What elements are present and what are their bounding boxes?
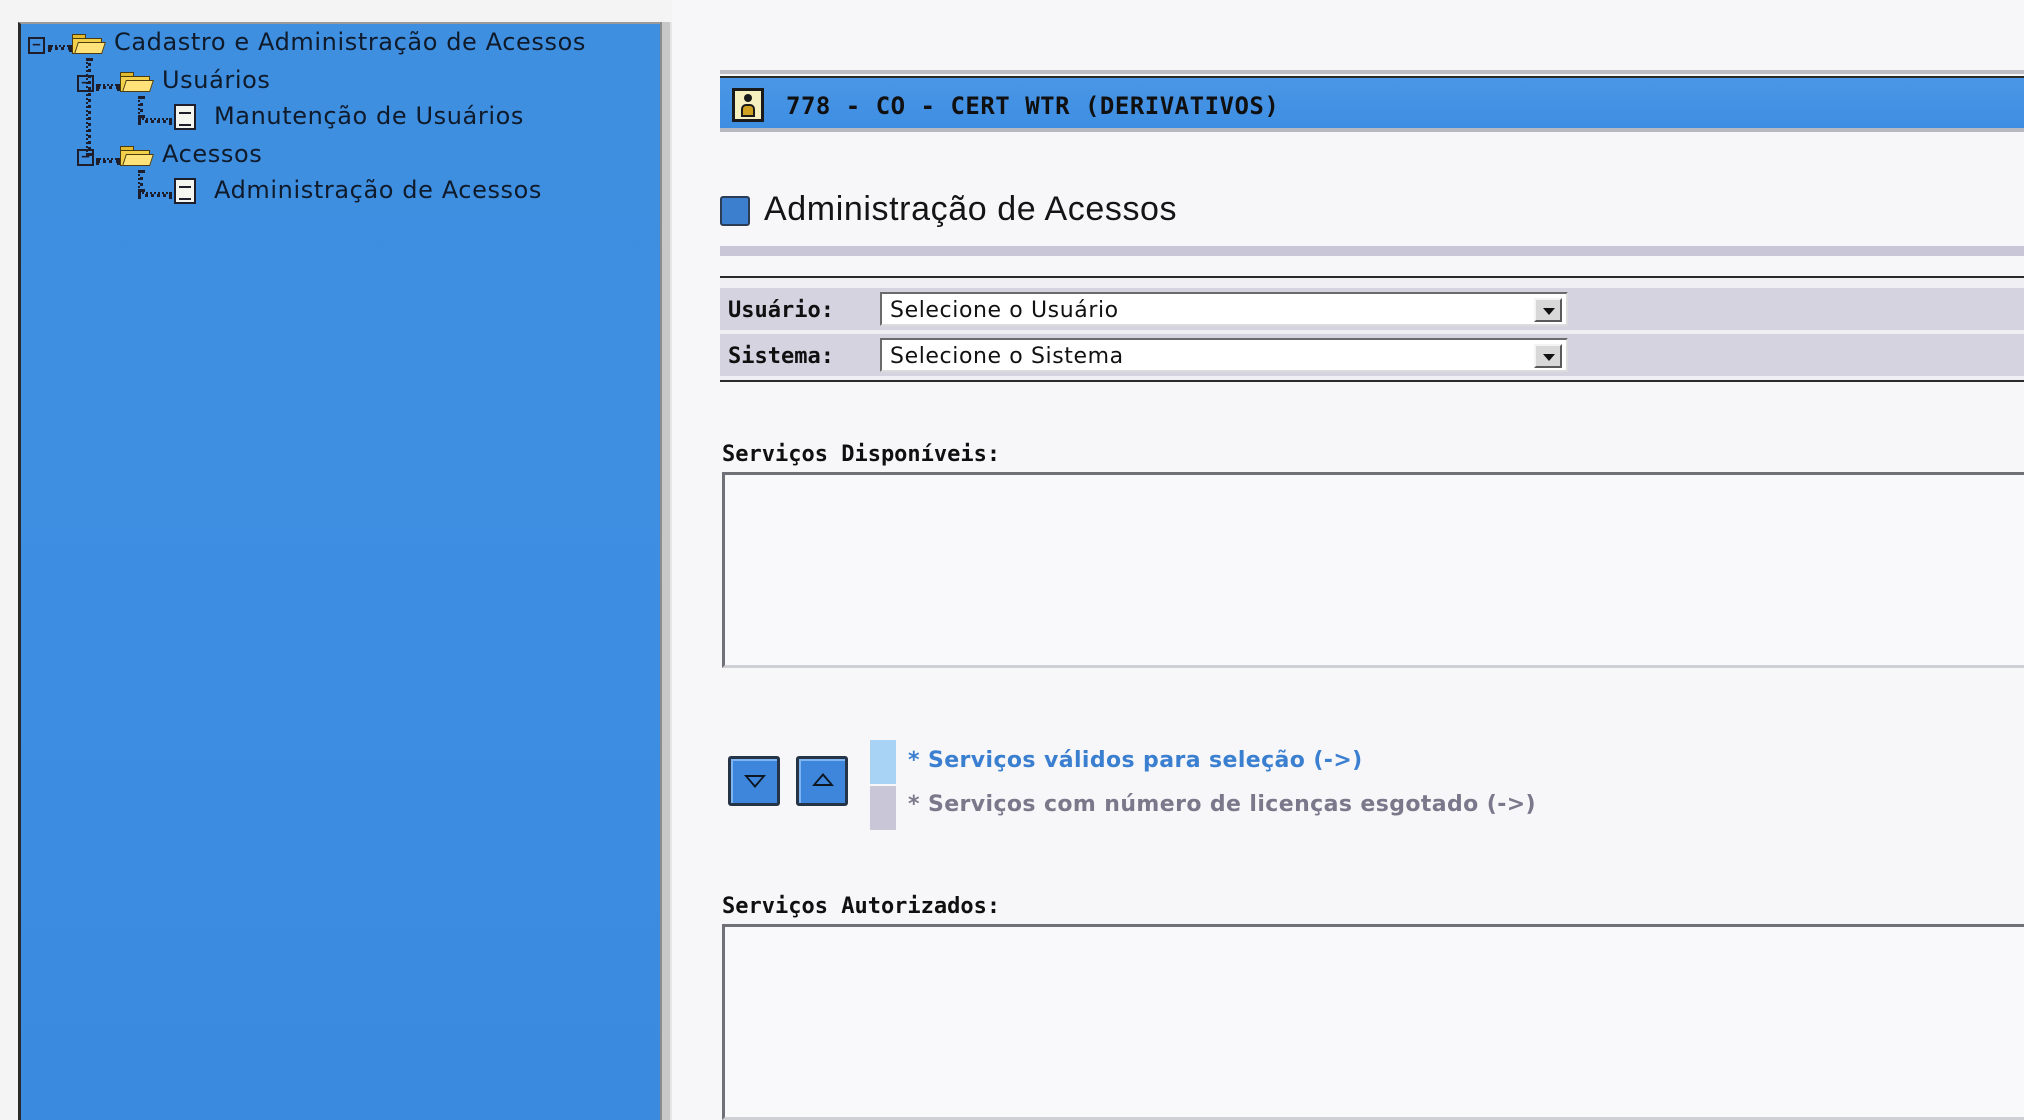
folder-open-icon xyxy=(72,32,106,54)
tree-item-cadastro[interactable]: Cadastro e Administração de Acessos xyxy=(114,28,586,56)
folder-open-icon xyxy=(120,70,154,92)
page-title: Administração de Acessos xyxy=(764,190,1178,228)
move-up-button[interactable] xyxy=(796,756,848,806)
chevron-down-icon[interactable] xyxy=(1534,344,1562,368)
tree-collapse-toggle-usuarios[interactable]: − xyxy=(77,75,94,92)
tree-guide-line xyxy=(138,96,143,118)
arrow-down-icon xyxy=(744,775,766,788)
legend-swatch-exhausted xyxy=(870,786,896,830)
tree-guide-line xyxy=(138,192,172,197)
context-title-bar: 778 - CO - CERT WTR (DERIVATIVOS) xyxy=(720,76,2024,132)
move-down-button[interactable] xyxy=(728,756,780,806)
header-top-rule xyxy=(720,70,2024,74)
tree-collapse-toggle-root[interactable]: − xyxy=(28,37,45,54)
tree-item-administracao-acessos[interactable]: Administração de Acessos xyxy=(214,176,542,204)
chevron-down-icon[interactable] xyxy=(1534,298,1562,322)
usuario-select-value: Selecione o Usuário xyxy=(890,298,1119,323)
legend-valid: * Serviços válidos para seleção (->) xyxy=(908,748,1363,773)
tree-guide-line xyxy=(86,58,91,156)
folder-open-icon xyxy=(120,144,154,166)
context-title: 778 - CO - CERT WTR (DERIVATIVOS) xyxy=(786,92,1280,120)
usuario-label: Usuário: xyxy=(728,298,834,323)
usuario-row: Usuário: Selecione o Usuário xyxy=(720,288,2024,330)
panel-splitter[interactable] xyxy=(660,22,672,1120)
servicos-autorizados-list[interactable] xyxy=(722,924,2024,1120)
servicos-disponiveis-list[interactable] xyxy=(722,472,2024,668)
tree-guide-line xyxy=(96,84,120,89)
tree-item-manutencao-usuarios[interactable]: Manutenção de Usuários xyxy=(214,102,524,130)
tree-item-acessos[interactable]: Acessos xyxy=(162,140,262,168)
tree-guide-line xyxy=(138,170,143,192)
servicos-autorizados-label: Serviços Autorizados: xyxy=(722,894,1001,919)
tree-guide-line xyxy=(96,158,120,163)
legend-swatch-valid xyxy=(870,740,896,784)
servicos-disponiveis-label: Serviços Disponíveis: xyxy=(722,442,1001,467)
tree-guide-line xyxy=(48,45,72,50)
square-bullet-icon xyxy=(720,196,750,226)
sistema-select[interactable]: Selecione o Sistema xyxy=(880,338,1568,372)
sistema-select-value: Selecione o Sistema xyxy=(890,344,1124,369)
sistema-row: Sistema: Selecione o Sistema xyxy=(720,334,2024,376)
tree-guide-line xyxy=(138,118,172,123)
sistema-label: Sistema: xyxy=(728,344,834,369)
document-icon xyxy=(174,178,196,204)
selection-form: Usuário: Selecione o Usuário Sistema: Se… xyxy=(720,276,2024,382)
usuario-select[interactable]: Selecione o Usuário xyxy=(880,292,1568,326)
tree-collapse-toggle-acessos[interactable]: − xyxy=(77,149,94,166)
user-badge-icon xyxy=(732,88,764,122)
document-icon xyxy=(174,104,196,130)
heading-divider xyxy=(720,246,2024,256)
legend-exhausted: * Serviços com número de licenças esgota… xyxy=(908,792,1537,817)
tree-item-usuarios[interactable]: Usuários xyxy=(162,66,271,94)
arrow-up-icon xyxy=(812,773,834,786)
